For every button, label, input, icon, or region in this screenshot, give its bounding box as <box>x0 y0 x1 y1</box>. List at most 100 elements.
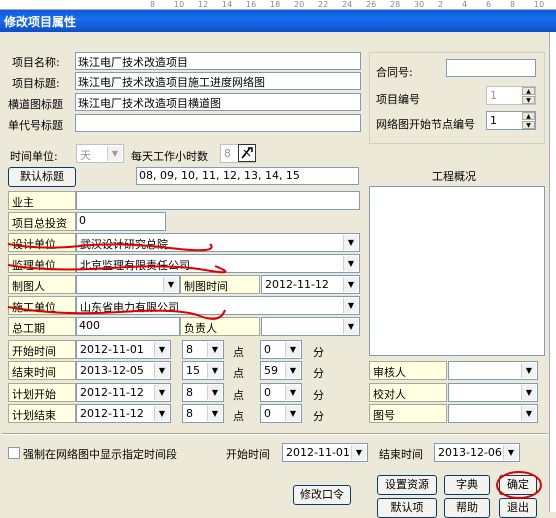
chevron-down-icon: ▼ <box>207 406 222 421</box>
default-title-button[interactable]: 默认标题 <box>8 167 76 187</box>
start-minute-value: 0 <box>264 343 271 356</box>
plan-end-date-select[interactable]: 2012-11-12 ▼ <box>76 404 171 423</box>
reviewer-select[interactable]: ▼ <box>448 361 538 380</box>
spin-down-icon[interactable]: ▼ <box>522 121 535 129</box>
range-start-value: 2012-11-01 <box>286 446 350 459</box>
end-hour-select[interactable]: 15 ▼ <box>182 361 224 380</box>
hour-unit-label: 点 <box>233 346 244 359</box>
design-unit-select[interactable]: 武汉设计研究总院 ▼ <box>76 233 360 252</box>
plan-end-label: 计划结束 <box>8 404 76 423</box>
plan-end-hour-select[interactable]: 8 ▼ <box>182 404 224 423</box>
plan-end-minute-select[interactable]: 0 ▼ <box>260 404 302 423</box>
project-name-label: 项目名称: <box>12 56 60 69</box>
total-period-field[interactable]: 400 <box>76 317 180 336</box>
plan-end-minute-value: 0 <box>264 407 271 420</box>
drafter-label: 制图人 <box>8 275 76 294</box>
minute-unit-label: 分 <box>313 410 324 423</box>
dialog-title-bar[interactable]: 修改项目属性 <box>0 10 556 32</box>
responsible-label: 负责人 <box>180 317 260 336</box>
supervision-unit-select[interactable]: 北京监理有限责任公司 ▼ <box>76 254 360 273</box>
ruler-tick: 14 <box>222 0 233 9</box>
ok-button[interactable]: 确定 <box>499 475 537 495</box>
end-hour-value: 15 <box>186 364 200 377</box>
range-end-select[interactable]: 2013-12-06 ▼ <box>434 443 520 462</box>
range-end-value: 2013-12-06 <box>438 446 502 459</box>
owner-field[interactable] <box>76 191 360 210</box>
drafter-select[interactable]: ▼ <box>76 275 180 294</box>
end-minute-select[interactable]: 59 ▼ <box>260 361 302 380</box>
owner-label: 业主 <box>8 191 76 210</box>
chevron-down-icon: ▼ <box>154 363 169 378</box>
start-date-select[interactable]: 2012-11-01 ▼ <box>76 340 171 359</box>
default-item-button[interactable]: 默认项 <box>377 498 437 518</box>
chevron-down-icon: ▼ <box>343 319 358 334</box>
exit-button[interactable]: 退出 <box>499 498 537 518</box>
ruler-tick: 8 <box>510 0 516 9</box>
dictionary-button[interactable]: 字典 <box>444 475 490 495</box>
plan-start-hour-select[interactable]: 8 ▼ <box>182 383 224 402</box>
contract-no-label: 合同号: <box>376 66 413 79</box>
chevron-down-icon: ▼ <box>351 445 366 460</box>
chevron-down-icon: ▼ <box>343 298 358 313</box>
start-time-label: 开始时间 <box>8 340 76 359</box>
time-unit-select[interactable]: 天 ▼ <box>76 144 124 163</box>
spin-up-icon[interactable]: ▲ <box>522 87 535 95</box>
plan-end-date-value: 2012-11-12 <box>80 407 144 420</box>
hour-unit-label: 点 <box>233 367 244 380</box>
draw-time-select[interactable]: 2012-11-12 ▼ <box>261 275 360 294</box>
ruler-tick: 10 <box>534 0 545 9</box>
spin-down-icon[interactable]: ▼ <box>522 96 535 104</box>
unit-title-label: 单代号标题 <box>8 119 63 132</box>
chevron-down-icon: ▼ <box>285 406 300 421</box>
supervision-unit-label: 监理单位 <box>8 254 76 273</box>
set-resources-button[interactable]: 设置资源 <box>377 475 437 495</box>
end-date-value: 2013-12-05 <box>80 364 144 377</box>
total-investment-field[interactable]: 0 <box>76 212 166 231</box>
minute-unit-label: 分 <box>313 367 324 380</box>
ruler-tick: 10 <box>174 0 185 9</box>
plan-start-date-select[interactable]: 2012-11-12 ▼ <box>76 383 171 402</box>
contract-no-field[interactable] <box>446 59 536 77</box>
end-date-select[interactable]: 2013-12-05 ▼ <box>76 361 171 380</box>
chevron-down-icon: ▼ <box>285 385 300 400</box>
plan-start-label: 计划开始 <box>8 383 76 402</box>
checker-select[interactable]: ▼ <box>448 383 538 402</box>
start-minute-select[interactable]: 0 ▼ <box>260 340 302 359</box>
modify-password-button[interactable]: 修改口令 <box>293 485 351 505</box>
overview-textarea[interactable] <box>369 186 545 356</box>
hour-unit-label: 点 <box>233 410 244 423</box>
project-title-field[interactable]: 珠江电厂技术改造项目施工进度网络图 <box>75 72 361 90</box>
ruler-tick: 6 <box>486 0 492 9</box>
plan-start-minute-select[interactable]: 0 ▼ <box>260 383 302 402</box>
bar-chart-title-field[interactable]: 珠江电厂技术改造项目横道图 <box>75 93 361 111</box>
unit-title-field[interactable] <box>75 114 361 132</box>
start-hour-select[interactable]: 8 ▼ <box>182 340 224 359</box>
start-hour-value: 8 <box>186 343 193 356</box>
ruler-tick: 2 <box>438 0 444 9</box>
help-button[interactable]: 帮助 <box>444 498 490 518</box>
work-hours-label: 每天工作小时数 <box>131 150 208 163</box>
project-name-field[interactable]: 珠江电厂技术改造项目 <box>75 52 361 70</box>
construction-unit-select[interactable]: 山东省电力有限公司 ▼ <box>76 296 360 315</box>
drawing-no-select[interactable]: ▼ <box>448 404 538 423</box>
ruler-tick: 30 <box>414 0 425 9</box>
separator <box>2 433 548 435</box>
range-start-select[interactable]: 2012-11-01 ▼ <box>282 443 368 462</box>
ruler-tick: 22 <box>318 0 329 9</box>
minute-unit-label: 分 <box>313 346 324 359</box>
edit-pencil-icon[interactable] <box>238 144 256 162</box>
responsible-select[interactable]: ▼ <box>261 317 360 336</box>
force-display-label: 强制在网络图中显示指定时间段 <box>23 448 177 461</box>
start-node-no-stepper[interactable]: 1 ▲ ▼ <box>486 111 536 130</box>
time-unit-label: 时间单位: <box>10 150 58 163</box>
bar-chart-title-label: 横道图标题 <box>8 98 63 111</box>
project-no-stepper[interactable]: 1 ▲ ▼ <box>486 86 536 105</box>
hours-list-field[interactable]: 08, 09, 10, 11, 12, 13, 14, 15 <box>136 167 359 185</box>
construction-unit-value: 山东省电力有限公司 <box>80 301 179 314</box>
start-date-value: 2012-11-01 <box>80 343 144 356</box>
plan-start-minute-value: 0 <box>264 386 271 399</box>
ruler-tick: 16 <box>246 0 257 9</box>
force-display-checkbox[interactable] <box>8 447 20 459</box>
work-hours-value: 8 <box>224 147 231 160</box>
spin-up-icon[interactable]: ▲ <box>522 112 535 120</box>
